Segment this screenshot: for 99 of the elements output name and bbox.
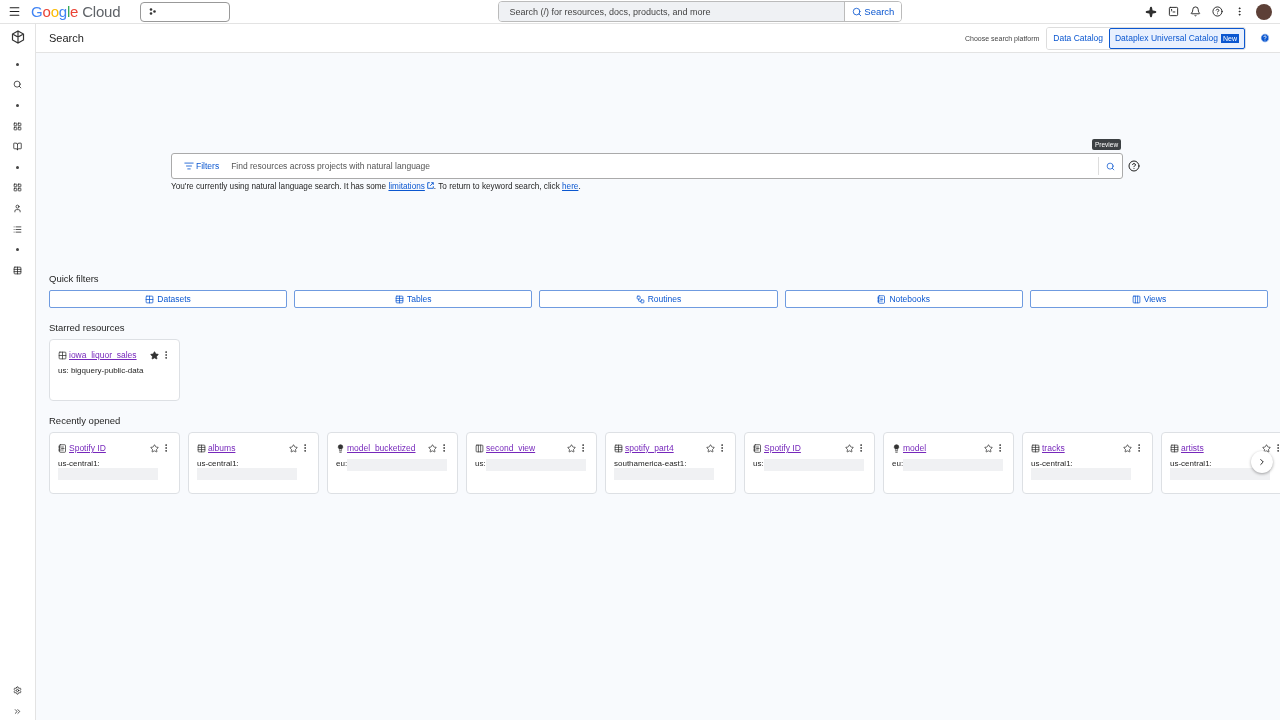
star-icon[interactable] [428, 443, 437, 453]
dataset-icon [145, 294, 155, 304]
settings-icon[interactable] [13, 686, 22, 695]
filter-icon [184, 161, 194, 171]
routine-icon [635, 294, 645, 304]
resource-link[interactable]: Spotify ID [69, 443, 106, 453]
resource-link[interactable]: spotify_part4 [625, 443, 674, 453]
star-icon[interactable] [150, 350, 159, 360]
search-field[interactable]: Search (/) for resources, docs, products, and more Search [498, 1, 903, 22]
help-icon[interactable] [1128, 160, 1140, 172]
list-icon[interactable] [13, 224, 22, 234]
resource-link[interactable]: model_bucketized [347, 443, 416, 453]
resource-card[interactable]: artists us-central1: [1161, 432, 1280, 494]
nav-dot [16, 165, 19, 169]
nav-dot [16, 62, 19, 66]
resource-link[interactable]: iowa_liquor_sales [69, 350, 137, 360]
resource-link[interactable]: Spotify ID [764, 443, 801, 453]
star-icon[interactable] [289, 443, 298, 453]
section-title: Starred resources [49, 322, 126, 333]
menu-icon[interactable] [8, 5, 21, 18]
terminal-icon[interactable] [1168, 6, 1179, 17]
notebook-icon [753, 443, 762, 453]
star-icon[interactable] [150, 443, 159, 453]
section-title: Recently opened [49, 415, 122, 426]
avatar[interactable] [1256, 3, 1272, 20]
resource-card[interactable]: Spotify ID us-central1: [49, 432, 180, 494]
search-button[interactable]: Search [844, 2, 902, 21]
chevron-right-icon [1257, 456, 1267, 468]
resource-card[interactable]: Spotify ID us: [744, 432, 875, 494]
star-icon[interactable] [1262, 443, 1271, 453]
quick-filter-button[interactable]: Notebooks [784, 290, 1023, 308]
star-icon[interactable] [706, 443, 715, 453]
resource-link[interactable]: albums [208, 443, 236, 453]
notebook-icon [58, 443, 67, 453]
lightbulb-icon [336, 443, 345, 453]
resource-location: southamerica-east1: [614, 459, 687, 468]
notebook-icon [877, 294, 887, 304]
search-icon[interactable] [13, 80, 22, 90]
resource-location: us: bigquery-public-data [58, 366, 144, 375]
resource-location: eu: [892, 459, 904, 468]
expand-icon[interactable] [13, 707, 22, 716]
lightbulb-icon [892, 443, 901, 453]
table-icon [197, 443, 206, 453]
star-icon[interactable] [1123, 443, 1132, 453]
search-note: You're currently using natural language search. It has some limitations . To return to keyword search, click here. [171, 182, 582, 191]
table-icon[interactable] [13, 265, 22, 275]
resource-card[interactable]: iowa_liquor_sales us: bigquery-public-data [49, 339, 180, 401]
view-icon [1131, 294, 1141, 304]
grid-icon[interactable] [13, 121, 22, 131]
grid-icon[interactable] [13, 183, 22, 193]
natural-language-search-field[interactable]: Filters Find resources across projects with natural language [171, 153, 1123, 179]
nav-dot [16, 248, 19, 252]
star-icon[interactable] [567, 443, 576, 453]
star-icon[interactable] [984, 443, 993, 453]
star-icon[interactable] [845, 443, 854, 453]
project-picker[interactable] [140, 1, 231, 22]
resource-location: us: [475, 459, 486, 468]
project-icon [149, 8, 157, 15]
resource-location: us-central1: [197, 459, 239, 468]
external-link-icon [426, 182, 434, 189]
book-icon[interactable] [13, 142, 22, 152]
help-icon[interactable] [1212, 6, 1223, 17]
quick-filter-button[interactable]: Routines [539, 290, 778, 308]
filters-button[interactable]: Filters [184, 161, 220, 171]
page-title: Search [49, 32, 84, 44]
resource-location: eu: [336, 459, 348, 468]
resource-card[interactable]: albums us-central1: [188, 432, 319, 494]
view-icon [475, 443, 484, 453]
search-icon [852, 6, 863, 17]
google-cloud-logo[interactable]: Google Cloud [31, 3, 121, 20]
resource-link[interactable]: model [903, 443, 927, 453]
resource-card[interactable]: spotify_part4 southamerica-east1: [605, 432, 736, 494]
table-icon [1031, 443, 1040, 453]
dataset-icon [58, 350, 67, 360]
resource-link[interactable]: second_view [486, 443, 536, 453]
table-icon [395, 294, 404, 304]
nav-dot [16, 104, 19, 107]
quick-filter-button[interactable]: Views [1029, 290, 1268, 308]
section-title: Quick filters [49, 273, 100, 284]
table-icon [1170, 443, 1179, 453]
product-logo-icon[interactable] [10, 30, 25, 44]
resource-link[interactable]: artists [1181, 443, 1204, 453]
resource-card[interactable]: second_view us: [466, 432, 597, 494]
resource-link[interactable]: tracks [1042, 443, 1065, 453]
sparkle-icon[interactable] [1145, 5, 1157, 18]
resource-card[interactable]: tracks us-central1: [1022, 432, 1153, 494]
table-icon [614, 443, 623, 453]
resource-location: us: [753, 459, 764, 468]
quick-filter-button[interactable]: Datasets [49, 290, 288, 308]
person-icon[interactable] [13, 203, 22, 213]
quick-filter-button[interactable]: Tables [294, 290, 533, 308]
bell-icon[interactable] [1190, 6, 1201, 17]
resource-location: us-central1: [1031, 459, 1073, 468]
resource-location: us-central1: [1170, 459, 1212, 468]
resource-location: us-central1: [58, 459, 100, 468]
search-icon [1106, 161, 1115, 171]
resource-card[interactable]: model_bucketized eu: [327, 432, 458, 494]
limitations-link[interactable]: limitations [388, 182, 434, 191]
resource-card[interactable]: model eu: [883, 432, 1014, 494]
